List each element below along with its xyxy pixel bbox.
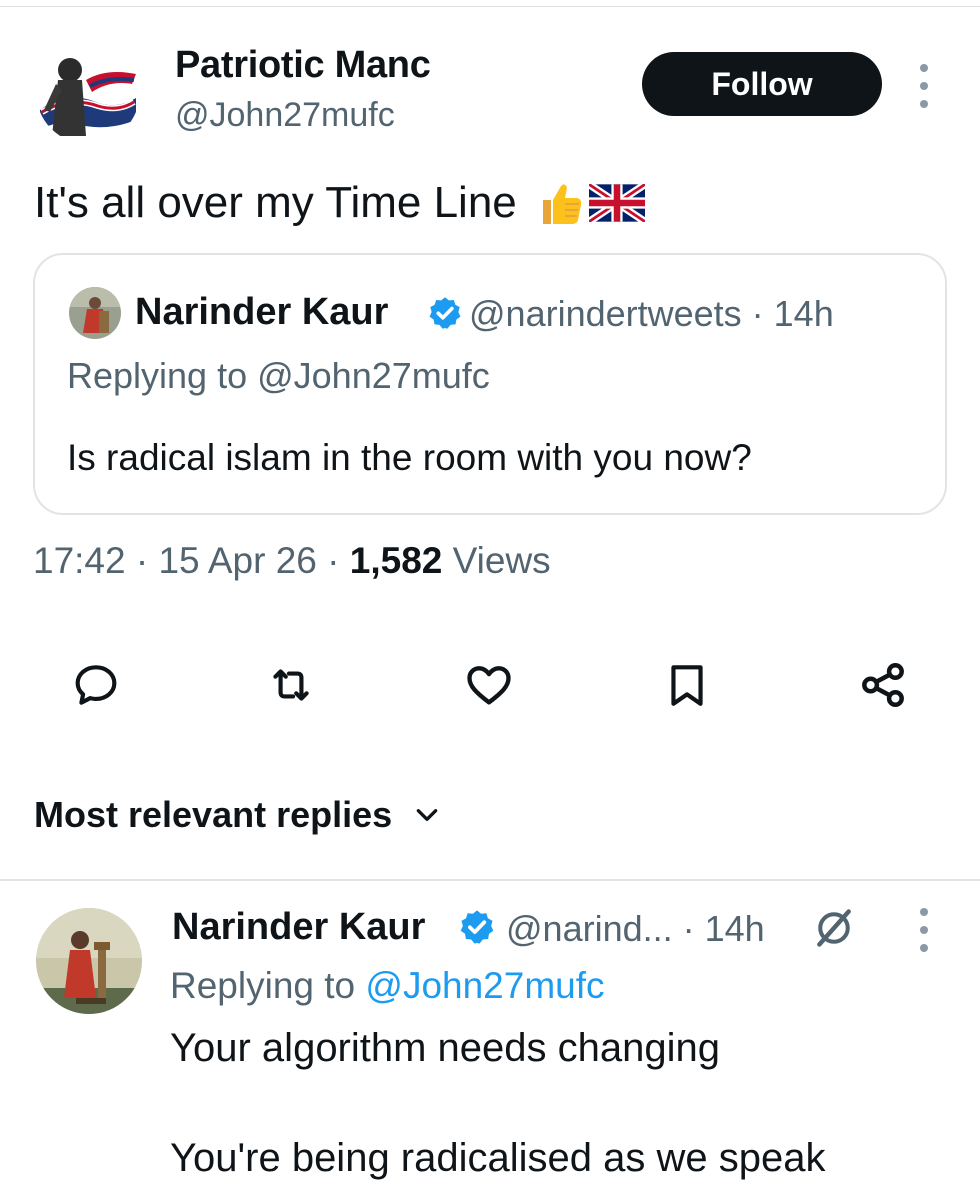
top-divider <box>0 6 980 7</box>
retweet-icon <box>273 669 309 701</box>
tweet-meta: 17:42 · 15 Apr 26 · 1,582 Views <box>33 540 551 582</box>
replying-prefix: Replying to <box>170 965 366 1006</box>
reply-handle-time[interactable]: @narind... · 14h <box>506 908 765 950</box>
replies-divider <box>0 879 980 881</box>
tweet-text: It's all over my Time Line <box>34 178 645 228</box>
quoted-text: Is radical islam in the room with you no… <box>67 437 752 478</box>
reply-text-line-2: You're being radicalised as we speak <box>170 1136 826 1180</box>
reply-text-line-1: Your algorithm needs changing <box>170 1026 721 1070</box>
retweet-button[interactable] <box>264 658 318 712</box>
verified-badge-icon <box>460 910 494 944</box>
thumbs-up-icon <box>542 184 581 224</box>
reply-more-options-icon[interactable] <box>914 908 934 952</box>
views-count: 1,582 <box>349 540 443 581</box>
chevron-down-icon <box>416 809 438 821</box>
share-icon <box>862 662 904 708</box>
quoted-tweet[interactable]: Narinder Kaur @narindertweets · 14h Repl… <box>33 253 947 515</box>
reply-author-name[interactable]: Narinder Kaur <box>172 906 425 949</box>
follow-button[interactable]: Follow <box>642 52 882 116</box>
like-icon <box>467 666 511 705</box>
reply-button[interactable] <box>69 658 123 712</box>
reply-icon <box>75 665 117 705</box>
views-label: Views <box>442 540 551 581</box>
quoted-replying-to: Replying to @John27mufc <box>67 355 490 396</box>
author-avatar[interactable] <box>36 40 140 144</box>
tweet-emoji <box>535 178 645 228</box>
bookmark-icon <box>671 665 703 706</box>
replies-sort-dropdown[interactable]: Most relevant replies <box>34 794 440 836</box>
like-button[interactable] <box>462 658 516 712</box>
author-name[interactable]: Patriotic Manc <box>175 44 431 87</box>
more-options-icon[interactable] <box>914 64 934 108</box>
replies-sort-label: Most relevant replies <box>34 794 393 835</box>
tweet-timestamp: 17:42 · 15 Apr 26 · <box>33 540 350 581</box>
quoted-author-name[interactable]: Narinder Kaur <box>135 291 388 334</box>
tweet-body: It's all over my Time Line <box>34 178 517 227</box>
grok-icon[interactable] <box>812 906 856 950</box>
author-handle[interactable]: @John27mufc <box>175 96 395 135</box>
quoted-avatar[interactable] <box>69 287 121 339</box>
bookmark-button[interactable] <box>660 658 714 712</box>
verified-badge-icon <box>429 297 461 329</box>
reply-avatar[interactable] <box>36 908 142 1014</box>
reply-replying-to: Replying to @John27mufc <box>170 965 605 1007</box>
replying-to-link[interactable]: @John27mufc <box>365 965 604 1006</box>
union-jack-flag-icon <box>588 184 645 222</box>
share-button[interactable] <box>856 658 910 712</box>
quoted-handle-time[interactable]: @narindertweets · 14h <box>469 293 834 335</box>
